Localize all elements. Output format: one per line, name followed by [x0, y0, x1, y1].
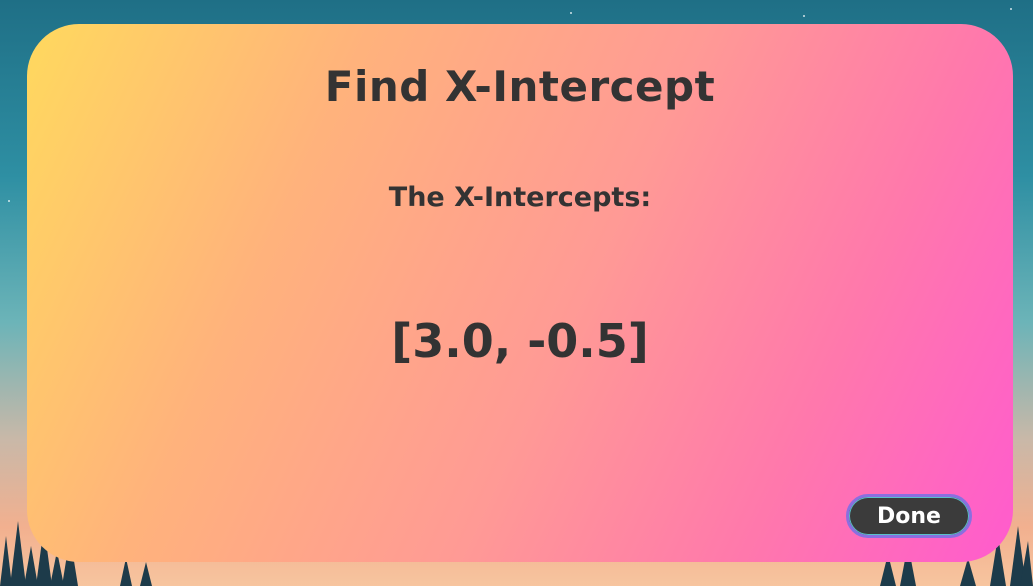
done-button-label: Done	[877, 503, 941, 529]
result-label: The X-Intercepts:	[388, 182, 652, 213]
star	[1010, 8, 1012, 10]
star	[570, 12, 572, 14]
dialog-title: Find X-Intercept	[324, 62, 716, 111]
star	[8, 200, 10, 202]
star	[803, 15, 805, 17]
result-dialog: Find X-Intercept The X-Intercepts: [3.0,…	[27, 24, 1013, 562]
done-button[interactable]: Done	[846, 494, 972, 538]
x-intercepts-value: [3.0, -0.5]	[391, 314, 649, 368]
